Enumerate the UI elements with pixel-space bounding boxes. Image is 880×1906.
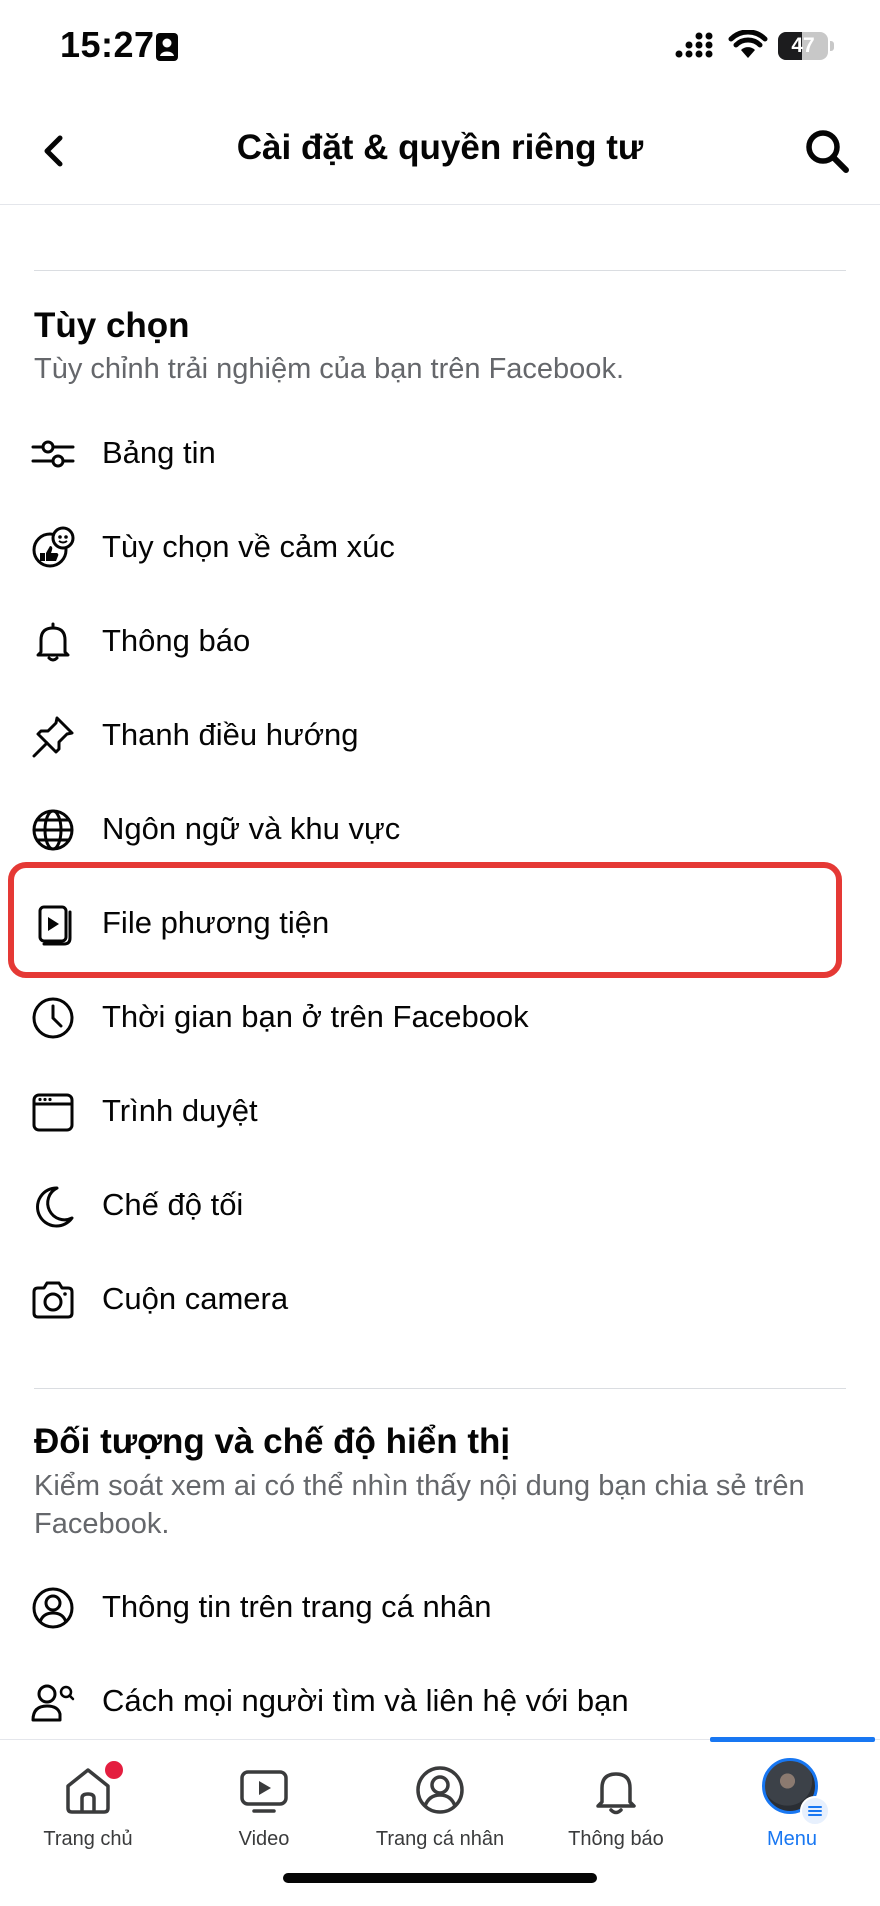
- id-card-icon: [156, 33, 178, 61]
- menu-item-label: Cách mọi người tìm và liên hệ với bạn: [102, 1683, 629, 1718]
- profile-icon: [416, 1766, 464, 1814]
- chevron-left-icon: [44, 135, 63, 167]
- sliders-icon: [31, 440, 75, 468]
- menu-item-news-feed[interactable]: Bảng tin: [0, 409, 880, 499]
- highlight-box: [8, 862, 842, 978]
- bell-icon: [36, 622, 70, 662]
- clock-icon: [32, 997, 74, 1039]
- video-icon: [240, 1770, 288, 1813]
- menu-item-camera-roll[interactable]: Cuộn camera: [0, 1255, 880, 1345]
- divider: [34, 270, 846, 271]
- menu-item-time-on-facebook[interactable]: Thời gian bạn ở trên Facebook: [0, 973, 880, 1063]
- tab-notifications[interactable]: Thông báo: [528, 1740, 704, 1860]
- tab-video[interactable]: Video: [176, 1740, 352, 1860]
- tab-label: Thông báo: [568, 1828, 664, 1850]
- menu-item-dark-mode[interactable]: Chế độ tối: [0, 1161, 880, 1251]
- people-search-icon: [31, 1684, 75, 1722]
- battery-level: 47: [791, 34, 815, 57]
- menu-item-label: Thông tin trên trang cá nhân: [102, 1589, 492, 1624]
- home-indicator: [283, 1873, 597, 1883]
- notification-dot: [102, 1758, 126, 1782]
- menu-item-notifications[interactable]: Thông báo: [0, 597, 880, 687]
- menu-item-navigation-bar[interactable]: Thanh điều hướng: [0, 691, 880, 781]
- menu-item-label: Ngôn ngữ và khu vực: [102, 811, 401, 846]
- pin-icon: [32, 716, 74, 758]
- section-title-preferences: Tùy chọn: [34, 306, 190, 345]
- reaction-icon: [32, 526, 75, 568]
- menu-item-label: Bảng tin: [102, 435, 216, 470]
- status-bar: 15:27 47: [0, 0, 880, 100]
- menu-item-label: Trình duyệt: [102, 1093, 258, 1128]
- wifi-icon: [728, 30, 768, 58]
- tab-label: Video: [238, 1828, 290, 1850]
- tab-label: Menu: [766, 1828, 818, 1850]
- tab-menu[interactable]: Menu: [704, 1740, 880, 1860]
- tab-label: Trang cá nhân: [375, 1828, 505, 1850]
- back-button[interactable]: [30, 126, 80, 176]
- tab-profile[interactable]: Trang cá nhân: [352, 1740, 528, 1860]
- cellular-signal-icon: [675, 32, 713, 58]
- section-title-audience: Đối tượng và chế độ hiển thị: [34, 1422, 511, 1461]
- menu-item-reaction-preferences[interactable]: Tùy chọn về cảm xúc: [0, 503, 880, 593]
- browser-icon: [32, 1093, 74, 1132]
- section-subtitle-preferences: Tùy chỉnh trải nghiệm của bạn trên Faceb…: [34, 353, 624, 385]
- menu-item-label: Cuộn camera: [102, 1281, 289, 1316]
- battery-indicator: 47: [778, 32, 834, 60]
- menu-item-label: Chế độ tối: [102, 1187, 244, 1222]
- menu-item-label: Thời gian bạn ở trên Facebook: [102, 999, 529, 1034]
- section-subtitle-audience: Kiểm soát xem ai có thể nhìn thấy nội du…: [34, 1470, 805, 1540]
- page-title: Cài đặt & quyền riêng tư: [236, 128, 644, 167]
- menu-item-how-people-find-you[interactable]: Cách mọi người tìm và liên hệ với bạn: [0, 1657, 880, 1747]
- menu-lines-icon: [800, 1796, 830, 1826]
- header: Cài đặt & quyền riêng tư: [0, 100, 880, 205]
- profile-icon: [32, 1587, 74, 1629]
- moon-icon: [36, 1186, 74, 1228]
- tab-label: Trang chủ: [43, 1828, 133, 1850]
- divider: [34, 1388, 846, 1389]
- camera-icon: [32, 1281, 74, 1319]
- status-time: 15:27: [60, 24, 155, 65]
- search-icon: [806, 130, 849, 173]
- menu-item-label: Thanh điều hướng: [102, 717, 359, 752]
- globe-icon: [32, 809, 74, 851]
- menu-item-label: Thông báo: [102, 623, 251, 658]
- menu-item-label: Tùy chọn về cảm xúc: [102, 529, 395, 564]
- menu-item-browser[interactable]: Trình duyệt: [0, 1067, 880, 1157]
- menu-item-profile-info[interactable]: Thông tin trên trang cá nhân: [0, 1563, 880, 1653]
- search-button[interactable]: [800, 124, 854, 178]
- tab-home[interactable]: Trang chủ: [0, 1740, 176, 1860]
- bell-icon: [596, 1772, 636, 1815]
